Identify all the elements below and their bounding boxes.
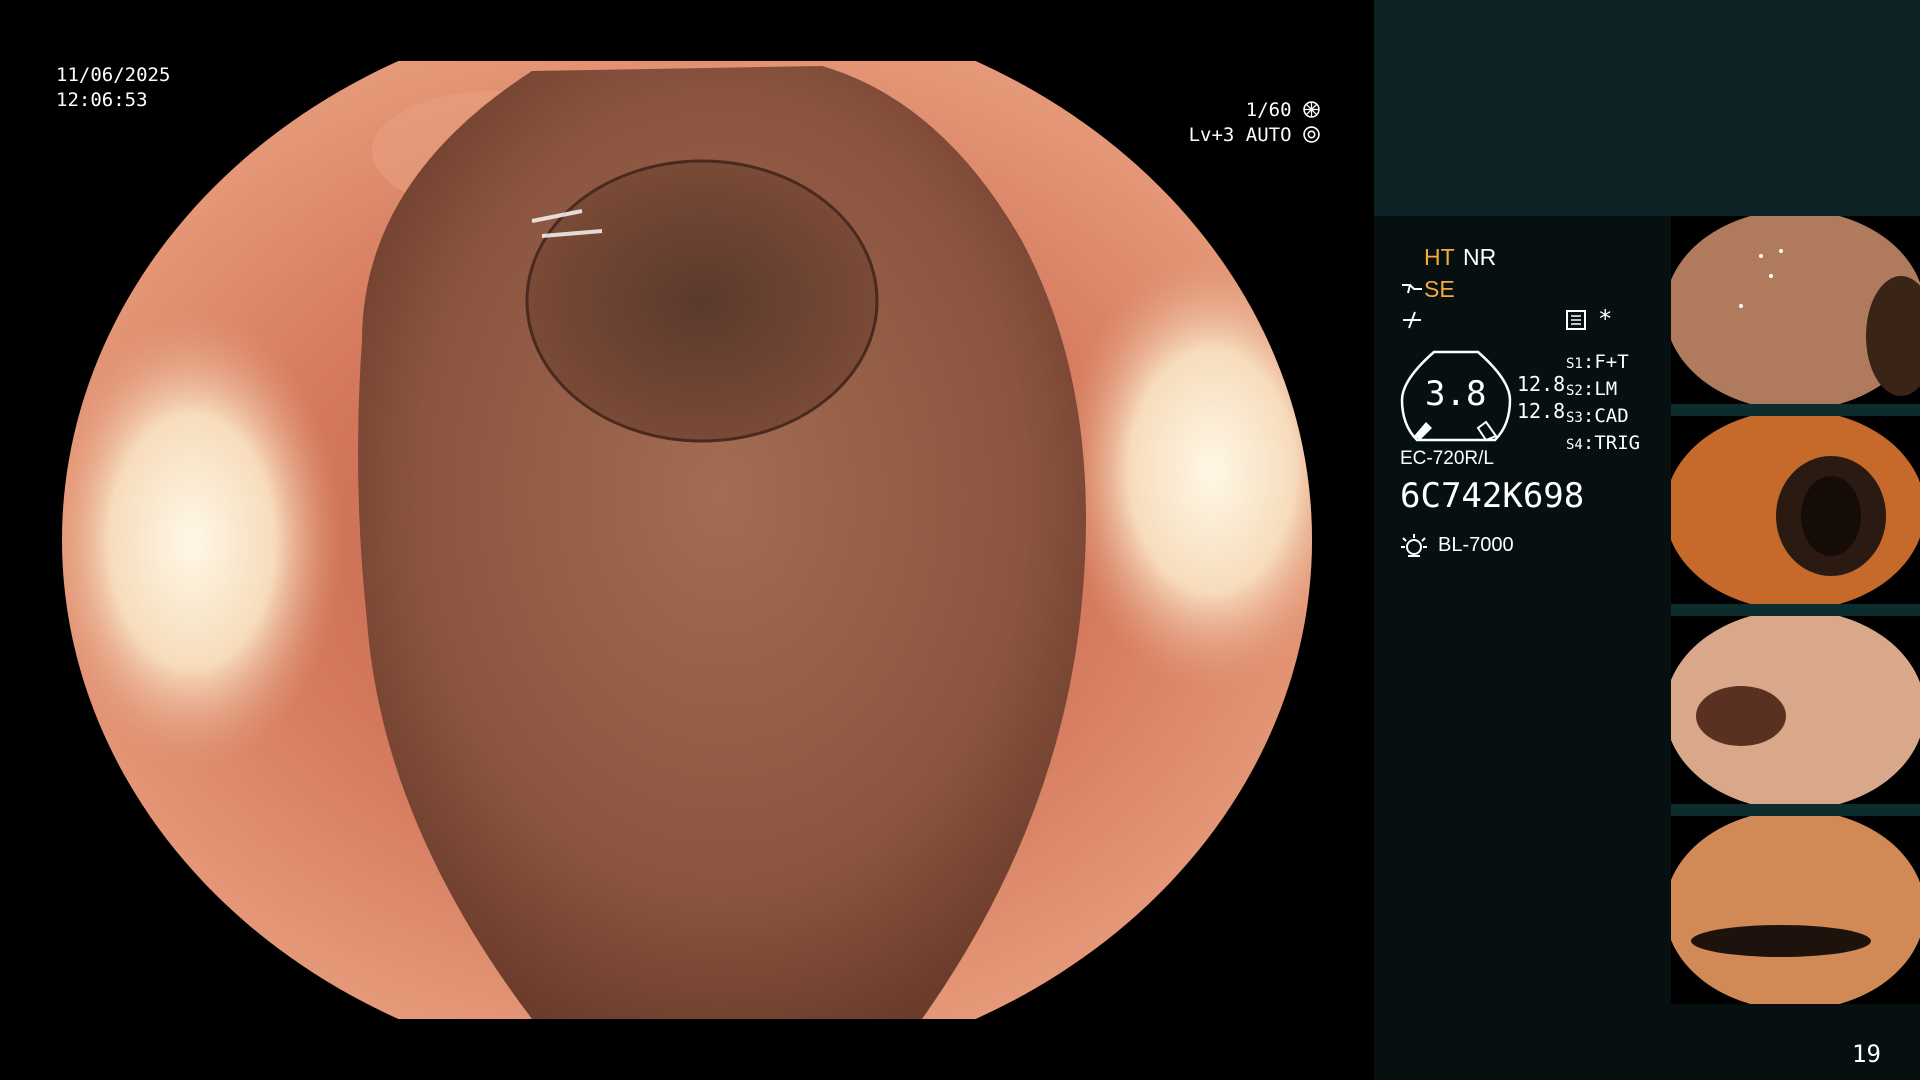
switch-1: S1:F+T [1566, 351, 1629, 373]
scope-model: EC-720R/L [1400, 448, 1494, 469]
thumbnail-divider [1671, 604, 1920, 616]
structure-enhance-icon [1403, 311, 1421, 329]
date-text: 11/06/2025 [56, 64, 171, 86]
date-time-display: 11/06/2025 12:06:53 [56, 63, 170, 113]
thumbnail-3[interactable] [1671, 616, 1920, 804]
thumbnail-4[interactable] [1671, 816, 1920, 1004]
iris-text: Lv+3 AUTO [1188, 124, 1292, 146]
light-source-icon [1401, 534, 1427, 557]
shutter-text: 1/60 [1245, 99, 1292, 121]
gauge-readouts: 12.8 12.8 [1517, 371, 1565, 425]
switch-3: S3:CAD [1566, 405, 1629, 427]
scope-icon [1402, 284, 1422, 294]
ht-indicator: HT [1424, 244, 1455, 270]
readout-b: 12.8 [1517, 399, 1566, 423]
exposure-display: 1/60 Lv+3 AUTO [1150, 98, 1320, 148]
thumbnail-1[interactable] [1671, 216, 1920, 404]
side-panel-header [1374, 0, 1920, 216]
thumbnail-divider [1671, 804, 1920, 816]
switch-list: S1:F+T S2:LM S3:CAD S4:TRIG [1566, 350, 1640, 458]
se-indicator: SE [1424, 276, 1455, 302]
light-source: BL-7000 [1438, 534, 1514, 556]
memory-icon [1566, 310, 1586, 330]
time-text: 12:06:53 [56, 89, 148, 111]
readout-a: 12.8 [1517, 372, 1566, 396]
switch-2: S2:LM [1566, 378, 1618, 400]
star-icon: * [1598, 305, 1613, 333]
image-count: 19 [1852, 1040, 1881, 1068]
shutter-icon [1303, 101, 1320, 118]
switch-4: S4:TRIG [1566, 432, 1641, 454]
gauge-value: 3.8 [1425, 374, 1487, 414]
iris-icon [1303, 126, 1320, 143]
thumbnail-2[interactable] [1671, 416, 1920, 604]
scope-serial: 6C742K698 [1400, 476, 1585, 516]
thumbnail-divider [1671, 404, 1920, 416]
endoscopic-view [62, 61, 1312, 1019]
nr-indicator: NR [1463, 244, 1497, 270]
